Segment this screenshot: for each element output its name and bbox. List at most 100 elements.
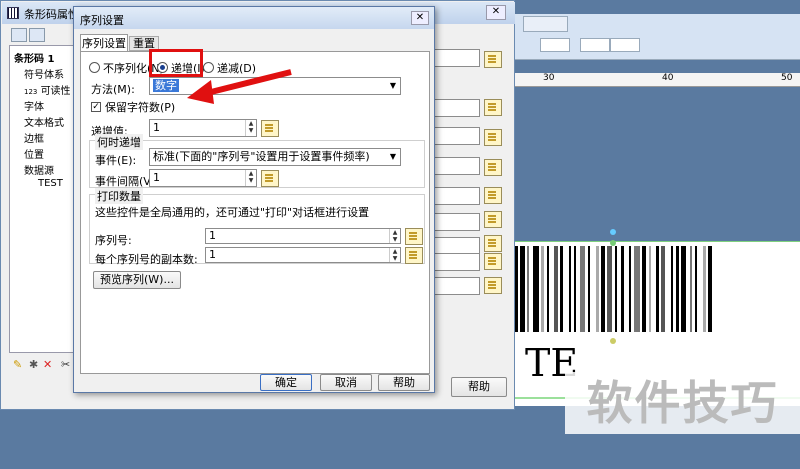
help-button[interactable]: 帮助 bbox=[378, 374, 430, 391]
props-title: 条形码属性 bbox=[24, 8, 79, 21]
keep-chars-label[interactable]: 保留字符数(P) bbox=[105, 99, 175, 115]
event-select[interactable]: 标准(下面的"序列号"设置用于设置事件频率) ▼ bbox=[149, 148, 401, 166]
selection-handle[interactable] bbox=[610, 240, 616, 246]
chevron-down-icon: ▼ bbox=[389, 152, 396, 161]
barcode-bar bbox=[515, 246, 518, 332]
cut-icon[interactable]: ✂ bbox=[61, 358, 70, 371]
tree-item-border[interactable]: 边框 bbox=[24, 130, 44, 145]
data-source-icon[interactable] bbox=[484, 159, 502, 176]
copies-input[interactable]: 1 ▲ ▼ bbox=[205, 247, 401, 263]
tree-item-position[interactable]: 位置 bbox=[24, 146, 44, 161]
line-dropdown[interactable] bbox=[580, 38, 610, 52]
barcode-bar bbox=[629, 246, 631, 332]
tree-item-text-format[interactable]: 文本格式 bbox=[24, 114, 64, 129]
data-source-icon[interactable] bbox=[484, 253, 502, 270]
barcode-bar bbox=[574, 246, 576, 332]
preview-sequence-button[interactable]: 预览序列(W)... bbox=[93, 271, 181, 289]
ok-button[interactable]: 确定 bbox=[260, 374, 312, 391]
barcode-bar bbox=[596, 246, 599, 332]
readable-prefix: 123 bbox=[24, 88, 38, 96]
barcode-bar bbox=[676, 246, 679, 332]
wizard-icon[interactable]: ✱ bbox=[29, 358, 38, 371]
ruler-tick-label: 50 bbox=[781, 73, 793, 83]
tree-item-barcode[interactable]: 条形码 1 bbox=[14, 50, 54, 65]
close-button[interactable]: ✕ bbox=[486, 5, 506, 20]
data-source-icon[interactable] bbox=[484, 187, 502, 204]
tree-item-readability[interactable]: 123 可读性 bbox=[24, 82, 71, 97]
keep-chars-checkbox[interactable]: ✓ bbox=[91, 102, 101, 112]
radio-no-serialize[interactable] bbox=[89, 62, 100, 73]
data-source-icon[interactable] bbox=[484, 51, 502, 68]
close-button[interactable]: ✕ bbox=[411, 11, 429, 25]
data-source-icon[interactable] bbox=[484, 235, 502, 252]
property-field[interactable] bbox=[434, 213, 480, 231]
data-source-icon[interactable] bbox=[405, 247, 423, 264]
tree-item-data-source[interactable]: 数据源 bbox=[24, 162, 54, 177]
tab-panel: 不序列化(N) 递增(I) 递减(D) 方法(M): 数字 ▼ ✓ 保留字符数(… bbox=[80, 49, 430, 374]
dialog-title: 序列设置 bbox=[80, 14, 124, 27]
data-source-icon[interactable] bbox=[484, 277, 502, 294]
toolbar-gap bbox=[515, 60, 800, 73]
help-button[interactable]: 帮助 bbox=[451, 377, 507, 397]
increment-input[interactable]: 1 ▲ ▼ bbox=[149, 119, 257, 137]
tree-toolbar: ✎ ✱ ✕ ✂ bbox=[11, 357, 79, 371]
property-field[interactable] bbox=[434, 253, 480, 271]
tree-item-test[interactable]: TEST bbox=[38, 178, 63, 189]
spin-icon[interactable]: ▲ ▼ bbox=[245, 120, 256, 136]
chevron-down-icon: ▼ bbox=[389, 81, 396, 90]
spin-icon[interactable]: ▲ ▼ bbox=[245, 170, 256, 186]
horizontal-ruler: 30 40 50 bbox=[515, 73, 800, 87]
annotation-arrow bbox=[187, 69, 292, 104]
increment-value: 1 bbox=[153, 121, 160, 134]
spin-icon[interactable]: ▲ ▼ bbox=[389, 229, 400, 243]
event-label: 事件(E): bbox=[95, 154, 137, 167]
barcode-bar bbox=[527, 246, 529, 332]
barcode-bar bbox=[554, 246, 558, 332]
selection-handle[interactable] bbox=[610, 338, 616, 344]
barcode-bar bbox=[681, 246, 686, 332]
barcode-bar bbox=[649, 246, 651, 332]
property-field[interactable] bbox=[434, 187, 480, 205]
barcode-bar bbox=[656, 246, 659, 332]
barcode-bar bbox=[703, 246, 706, 332]
cancel-button[interactable]: 取消 bbox=[320, 374, 372, 391]
barcode-bar bbox=[642, 246, 646, 332]
spin-icon[interactable]: ▲ ▼ bbox=[389, 248, 400, 262]
delete-icon[interactable]: ✕ bbox=[43, 358, 52, 371]
barcode-bar bbox=[601, 246, 605, 332]
tree-item-symbology[interactable]: 符号体系 bbox=[24, 66, 64, 81]
event-value: 标准(下面的"序列号"设置用于设置事件频率) bbox=[153, 150, 370, 163]
serial-input[interactable]: 1 ▲ ▼ bbox=[205, 228, 401, 244]
serialization-dialog: 序列设置 ✕ 序列设置 重置 不序列化(N) 递增(I) 递减(D) 方法(M)… bbox=[73, 6, 435, 393]
data-source-icon[interactable] bbox=[484, 129, 502, 146]
barcode-bar bbox=[520, 246, 525, 332]
property-field[interactable] bbox=[434, 127, 480, 145]
property-field[interactable] bbox=[434, 157, 480, 175]
expand-icon[interactable] bbox=[11, 28, 27, 42]
print-group-label: 打印数量 bbox=[95, 188, 143, 204]
property-field[interactable] bbox=[434, 277, 480, 295]
guide-line bbox=[515, 241, 800, 242]
data-source-icon[interactable] bbox=[261, 120, 279, 137]
font-size-dropdown[interactable] bbox=[540, 38, 570, 52]
selection-handle[interactable] bbox=[610, 229, 616, 235]
color-dropdown[interactable] bbox=[610, 38, 640, 52]
property-field[interactable] bbox=[434, 49, 480, 67]
barcode-bar bbox=[580, 246, 585, 332]
copy-icon[interactable] bbox=[29, 28, 45, 42]
barcode-bar bbox=[671, 246, 673, 332]
toolbar-button[interactable] bbox=[523, 16, 568, 32]
barcode-bar bbox=[547, 246, 549, 332]
data-source-icon[interactable] bbox=[405, 228, 423, 245]
barcode-bar bbox=[621, 246, 624, 332]
tab-serial-settings[interactable]: 序列设置 bbox=[80, 34, 128, 52]
property-field[interactable] bbox=[434, 99, 480, 117]
property-tree: 条形码 1 符号体系 123 可读性 字体 文本格式 边框 位置 数据源 TES… bbox=[9, 45, 81, 353]
data-source-icon[interactable] bbox=[484, 211, 502, 228]
new-icon[interactable]: ✎ bbox=[13, 358, 22, 371]
barcode-graphic[interactable] bbox=[515, 246, 800, 332]
data-source-icon[interactable] bbox=[261, 170, 279, 187]
tree-item-font[interactable]: 字体 bbox=[24, 98, 44, 113]
interval-input[interactable]: 1 ▲ ▼ bbox=[149, 169, 257, 187]
data-source-icon[interactable] bbox=[484, 99, 502, 116]
